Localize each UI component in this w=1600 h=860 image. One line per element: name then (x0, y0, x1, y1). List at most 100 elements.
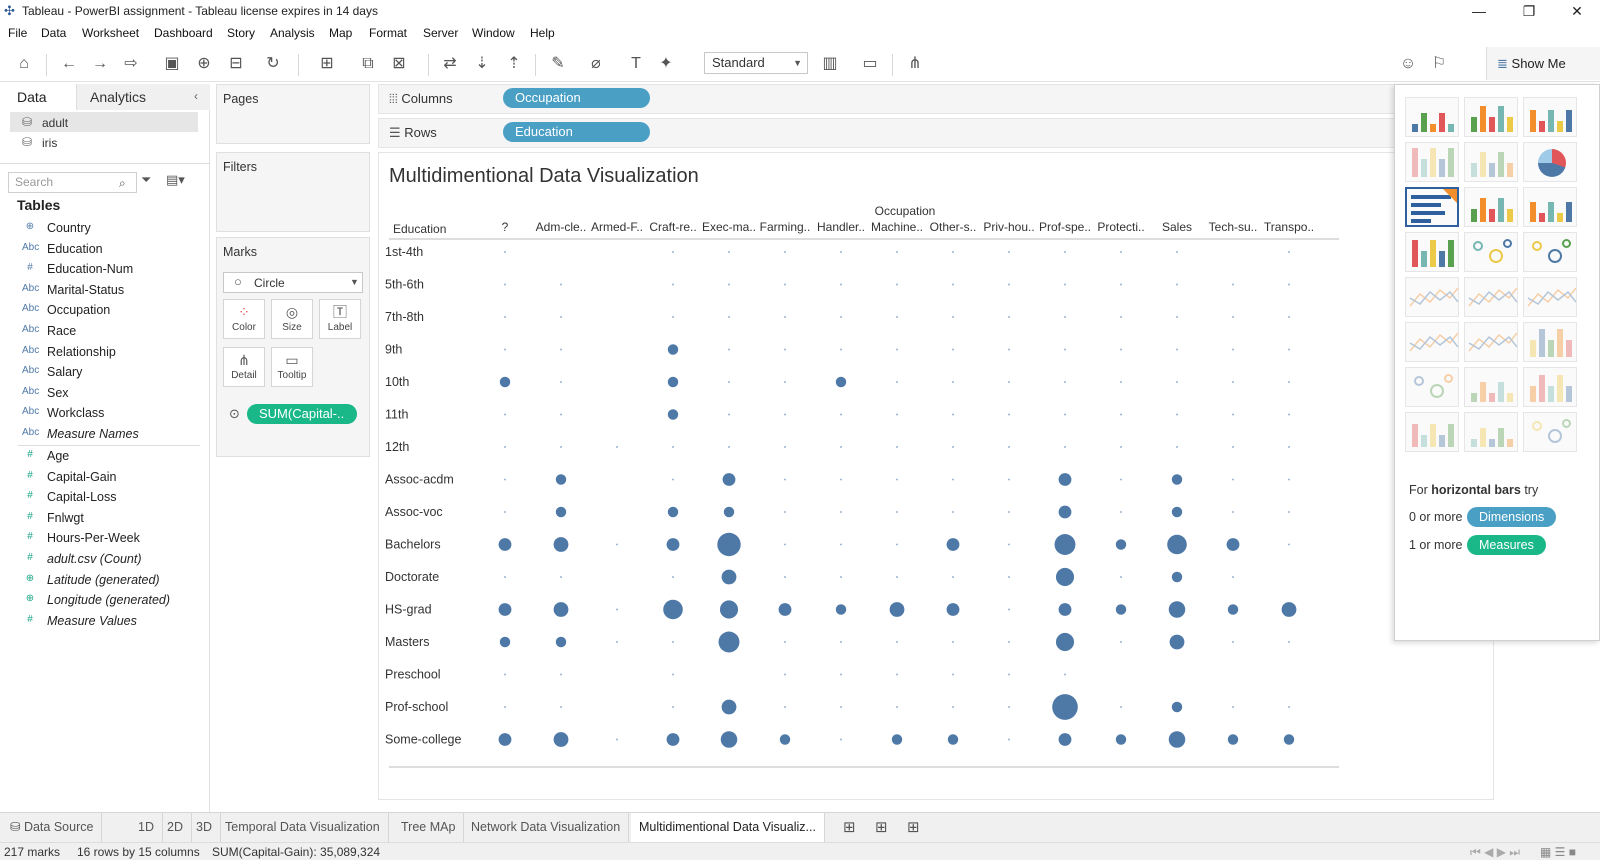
clear-sheet-icon[interactable]: ⊠ (387, 52, 411, 76)
circle-mark[interactable] (672, 576, 674, 578)
circle-mark[interactable] (728, 413, 730, 416)
circle-mark[interactable] (1288, 348, 1290, 351)
circle-mark[interactable] (1055, 567, 1075, 587)
chart-type-area-discrete[interactable] (1464, 322, 1518, 362)
field-measure[interactable]: ⊕ Latitude (generated) (0, 570, 210, 590)
circle-mark[interactable] (553, 602, 569, 617)
circle-mark[interactable] (1055, 632, 1075, 652)
circle-mark[interactable] (1064, 673, 1066, 676)
circle-mark[interactable] (952, 413, 954, 416)
circle-mark[interactable] (1232, 348, 1234, 351)
share-icon[interactable]: ⋔ (903, 52, 927, 76)
circle-mark[interactable] (553, 537, 569, 552)
circle-mark[interactable] (672, 316, 674, 318)
tab-data-source[interactable]: ⛁ Data Source (0, 813, 103, 842)
field-dimension[interactable]: ⊕ Country (0, 218, 210, 238)
marks-detail-button[interactable]: ⋔ Detail (223, 347, 265, 387)
minimize-button[interactable]: — (1456, 0, 1502, 24)
chart-type-horizontal-bars[interactable] (1405, 187, 1459, 227)
circle-mark[interactable] (717, 532, 741, 557)
circle-mark[interactable] (946, 538, 960, 551)
circle-mark[interactable] (1232, 446, 1234, 448)
chart-type-stacked-bars[interactable] (1464, 187, 1518, 227)
circle-mark[interactable] (1120, 478, 1122, 481)
circle-mark[interactable] (840, 348, 842, 351)
field-measure[interactable]: # Capital-Gain (0, 467, 210, 487)
circle-mark[interactable] (1171, 701, 1183, 713)
circle-mark[interactable] (504, 413, 506, 416)
circle-mark[interactable] (1008, 511, 1010, 513)
circle-mark[interactable] (1058, 505, 1072, 519)
new-story-icon[interactable]: ⊞ (907, 818, 920, 836)
circle-mark[interactable] (718, 631, 740, 653)
menu-story[interactable]: Story (227, 26, 255, 40)
show-me-button[interactable]: ≣ Show Me (1486, 47, 1600, 80)
circle-mark[interactable] (1008, 381, 1010, 383)
field-dimension[interactable]: Abc Race (0, 321, 210, 341)
chart-type-bullet-graph[interactable] (1464, 412, 1518, 452)
circle-mark[interactable] (784, 283, 786, 286)
tab-temporal[interactable]: Temporal Data Visualization (217, 813, 389, 842)
circle-mark[interactable] (1058, 473, 1072, 486)
circle-mark[interactable] (778, 603, 792, 616)
circle-mark[interactable] (504, 478, 506, 481)
menu-analysis[interactable]: Analysis (270, 26, 315, 40)
chart-type-side-by-side-circles[interactable] (1523, 232, 1577, 272)
circle-mark[interactable] (779, 734, 791, 745)
chart-type-dual-combination[interactable] (1523, 322, 1577, 362)
circle-mark[interactable] (1232, 576, 1234, 578)
circle-mark[interactable] (784, 641, 786, 643)
circle-mark[interactable] (616, 738, 618, 741)
field-dimension[interactable]: Abc Marital-Status (0, 280, 210, 300)
close-button[interactable]: ✕ (1554, 0, 1600, 24)
chart-type-continuous-lines[interactable] (1405, 277, 1459, 317)
menu-data[interactable]: Data (41, 26, 66, 40)
circle-mark[interactable] (504, 316, 506, 318)
circle-mark[interactable] (1064, 251, 1066, 253)
circle-mark[interactable] (616, 543, 618, 546)
circle-mark[interactable] (952, 478, 954, 481)
circle-mark[interactable] (1008, 641, 1010, 643)
circle-mark[interactable] (553, 732, 569, 747)
chart-type-treemap[interactable] (1405, 232, 1459, 272)
group-icon[interactable]: ⌀ (584, 52, 608, 76)
sort-ascending-icon[interactable]: ⇣ (470, 52, 494, 76)
circle-mark[interactable] (663, 599, 683, 620)
field-dimension[interactable]: Abc Occupation (0, 300, 210, 320)
circle-mark[interactable] (1176, 316, 1178, 318)
circle-mark[interactable] (1232, 706, 1234, 708)
chart-type-discrete-lines[interactable] (1464, 277, 1518, 317)
sort-descending-icon[interactable]: ⇡ (502, 52, 526, 76)
field-dimension[interactable]: Abc Measure Names (0, 424, 210, 444)
circle-mark[interactable] (667, 506, 679, 518)
circle-mark[interactable] (835, 376, 847, 388)
circle-mark[interactable] (1283, 734, 1295, 745)
circle-mark[interactable] (1176, 283, 1178, 286)
circle-mark[interactable] (504, 348, 506, 351)
fix-axes-icon[interactable]: ✦ (654, 52, 678, 76)
circle-mark[interactable] (946, 603, 960, 616)
chart-type-heat-map[interactable] (1464, 97, 1518, 137)
circle-mark[interactable] (560, 706, 562, 708)
circle-mark[interactable] (784, 478, 786, 481)
circle-mark[interactable] (721, 699, 737, 715)
circle-mark[interactable] (1168, 731, 1186, 748)
circle-mark[interactable] (1064, 348, 1066, 351)
circle-mark[interactable] (555, 506, 567, 518)
circle-mark[interactable] (666, 538, 680, 551)
search-input[interactable]: Search ⌕ (8, 172, 137, 193)
circle-mark[interactable] (952, 283, 954, 286)
circle-mark[interactable] (728, 316, 730, 318)
circle-mark[interactable] (840, 738, 842, 741)
circle-mark[interactable] (728, 381, 730, 383)
circle-mark[interactable] (728, 348, 730, 351)
circle-mark[interactable] (1064, 446, 1066, 448)
circle-mark[interactable] (784, 316, 786, 318)
circle-mark[interactable] (1115, 539, 1127, 550)
circle-mark[interactable] (560, 413, 562, 416)
circle-mark[interactable] (896, 576, 898, 578)
circle-mark[interactable] (728, 251, 730, 253)
circle-mark[interactable] (952, 511, 954, 513)
circle-mark[interactable] (896, 413, 898, 416)
tab-data[interactable]: Data (17, 84, 47, 110)
